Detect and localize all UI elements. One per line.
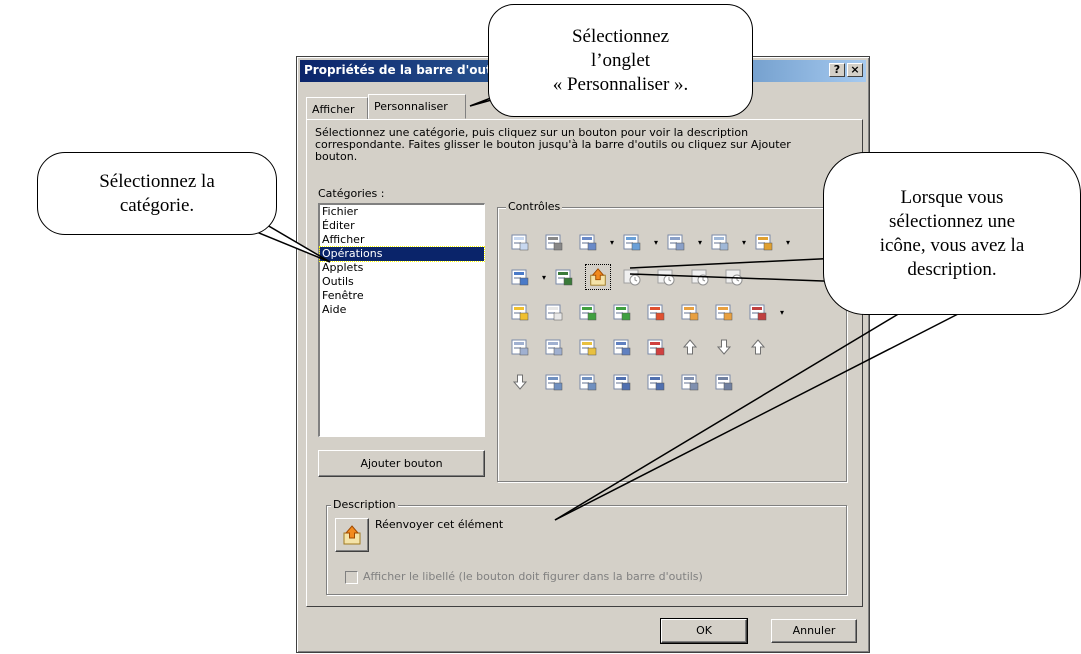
dropdown-arrow-icon[interactable]: ▾ [610, 239, 614, 247]
dropdown-arrow-icon[interactable]: ▾ [542, 274, 546, 282]
page-icon[interactable] [544, 302, 564, 322]
glasses-icon[interactable] [544, 232, 564, 252]
categories-label: Catégories : [318, 187, 385, 200]
category-item[interactable]: Éditer [320, 219, 484, 233]
category-item[interactable]: Fichier [320, 205, 484, 219]
sun-icon[interactable] [510, 302, 530, 322]
doc-icon[interactable] [510, 232, 530, 252]
doc-x-icon[interactable] [710, 232, 730, 252]
dropdown-arrow-icon[interactable]: ▾ [742, 239, 746, 247]
env-icon[interactable] [680, 372, 700, 392]
category-item[interactable]: Fenêtre [320, 289, 484, 303]
tab-afficher[interactable]: Afficher [306, 97, 368, 119]
cancel-button[interactable]: Annuler [771, 619, 857, 643]
clock-icon[interactable] [690, 267, 710, 287]
arrow-l-icon[interactable] [754, 232, 774, 252]
icon-callout: Lorsque vous sélectionnez une icône, vou… [823, 152, 1081, 315]
toolbar-properties-dialog: Propriétés de la barre d'outils ? × Affi… [296, 56, 870, 653]
arrow-g-icon[interactable] [612, 302, 632, 322]
win-icon[interactable] [714, 372, 734, 392]
category-callout-text: Sélectionnez la catégorie. [99, 170, 215, 216]
down-a-icon[interactable] [510, 372, 530, 392]
cal-x-icon[interactable] [666, 232, 686, 252]
mail-icon[interactable] [510, 337, 530, 357]
personnaliser-panel: Sélectionnez une catégorie, puis cliquez… [306, 119, 863, 607]
dropdown-arrow-icon[interactable]: ▾ [780, 309, 784, 317]
dialog-title: Propriétés de la barre d'outils [304, 63, 508, 77]
resend-sel-icon[interactable] [585, 264, 611, 290]
cal-check-icon[interactable] [578, 232, 598, 252]
category-item[interactable]: Outils [320, 275, 484, 289]
close-button[interactable]: × [847, 63, 863, 77]
pencil-icon[interactable] [714, 302, 734, 322]
win-rem-icon[interactable] [646, 372, 666, 392]
doc-b-icon[interactable] [578, 372, 598, 392]
mail-icon[interactable] [544, 337, 564, 357]
win-add-icon[interactable] [612, 372, 632, 392]
arrow-g-icon[interactable] [578, 302, 598, 322]
category-item[interactable]: Afficher [320, 233, 484, 247]
category-item[interactable]: Applets [320, 261, 484, 275]
plus-icon[interactable] [544, 372, 564, 392]
folder-icon[interactable] [578, 337, 598, 357]
calc-icon[interactable] [612, 337, 632, 357]
clock-icon[interactable] [656, 267, 676, 287]
list-icon[interactable] [748, 302, 768, 322]
resend-icon [343, 525, 361, 545]
cancel-icon[interactable] [646, 337, 666, 357]
show-label-text: Afficher le libellé (le bouton doit figu… [363, 570, 703, 583]
show-label-checkbox[interactable] [345, 571, 358, 584]
description-icon-button [335, 518, 369, 552]
category-item[interactable]: Opérations [319, 246, 485, 262]
description-group: Description Réenvoyer cet élément Affich… [326, 498, 847, 595]
fwd-icon[interactable] [510, 267, 530, 287]
ok-button[interactable]: OK [660, 618, 748, 644]
controls-group: Contrôles ▾ ▾ ▾ ▾ ▾ ▾ ▾ [497, 200, 847, 482]
up-icon[interactable] [748, 337, 768, 357]
dropdown-arrow-icon[interactable]: ▾ [786, 239, 790, 247]
dropdown-arrow-icon[interactable]: ▾ [654, 239, 658, 247]
clock-icon[interactable] [724, 267, 744, 287]
down-icon[interactable] [714, 337, 734, 357]
dropdown-arrow-icon[interactable]: ▾ [698, 239, 702, 247]
help-button[interactable]: ? [829, 63, 845, 77]
doc-check-icon[interactable] [622, 232, 642, 252]
description-label: Description [331, 498, 398, 511]
instructions-text: Sélectionnez une catégorie, puis cliquez… [315, 126, 791, 163]
alarm-icon[interactable] [646, 302, 666, 322]
move-icon[interactable] [554, 267, 574, 287]
category-callout: Sélectionnez la catégorie. [37, 152, 277, 235]
tab-callout-text: Sélectionnez l’onglet « Personnaliser ». [552, 25, 689, 95]
icon-callout-text: Lorsque vous sélectionnez une icône, vou… [879, 186, 1025, 280]
add-button[interactable]: Ajouter bouton [318, 450, 485, 477]
tab-callout: Sélectionnez l’onglet « Personnaliser ». [488, 4, 753, 117]
pencil-icon[interactable] [680, 302, 700, 322]
description-text: Réenvoyer cet élément [375, 518, 504, 531]
up-top-icon[interactable] [680, 337, 700, 357]
clock-icon[interactable] [622, 267, 642, 287]
categories-listbox[interactable]: Fichier Éditer Afficher Opérations Applets Ou… [318, 203, 485, 437]
tab-personnaliser[interactable]: Personnaliser [368, 94, 466, 119]
category-item[interactable]: Aide [320, 303, 484, 317]
